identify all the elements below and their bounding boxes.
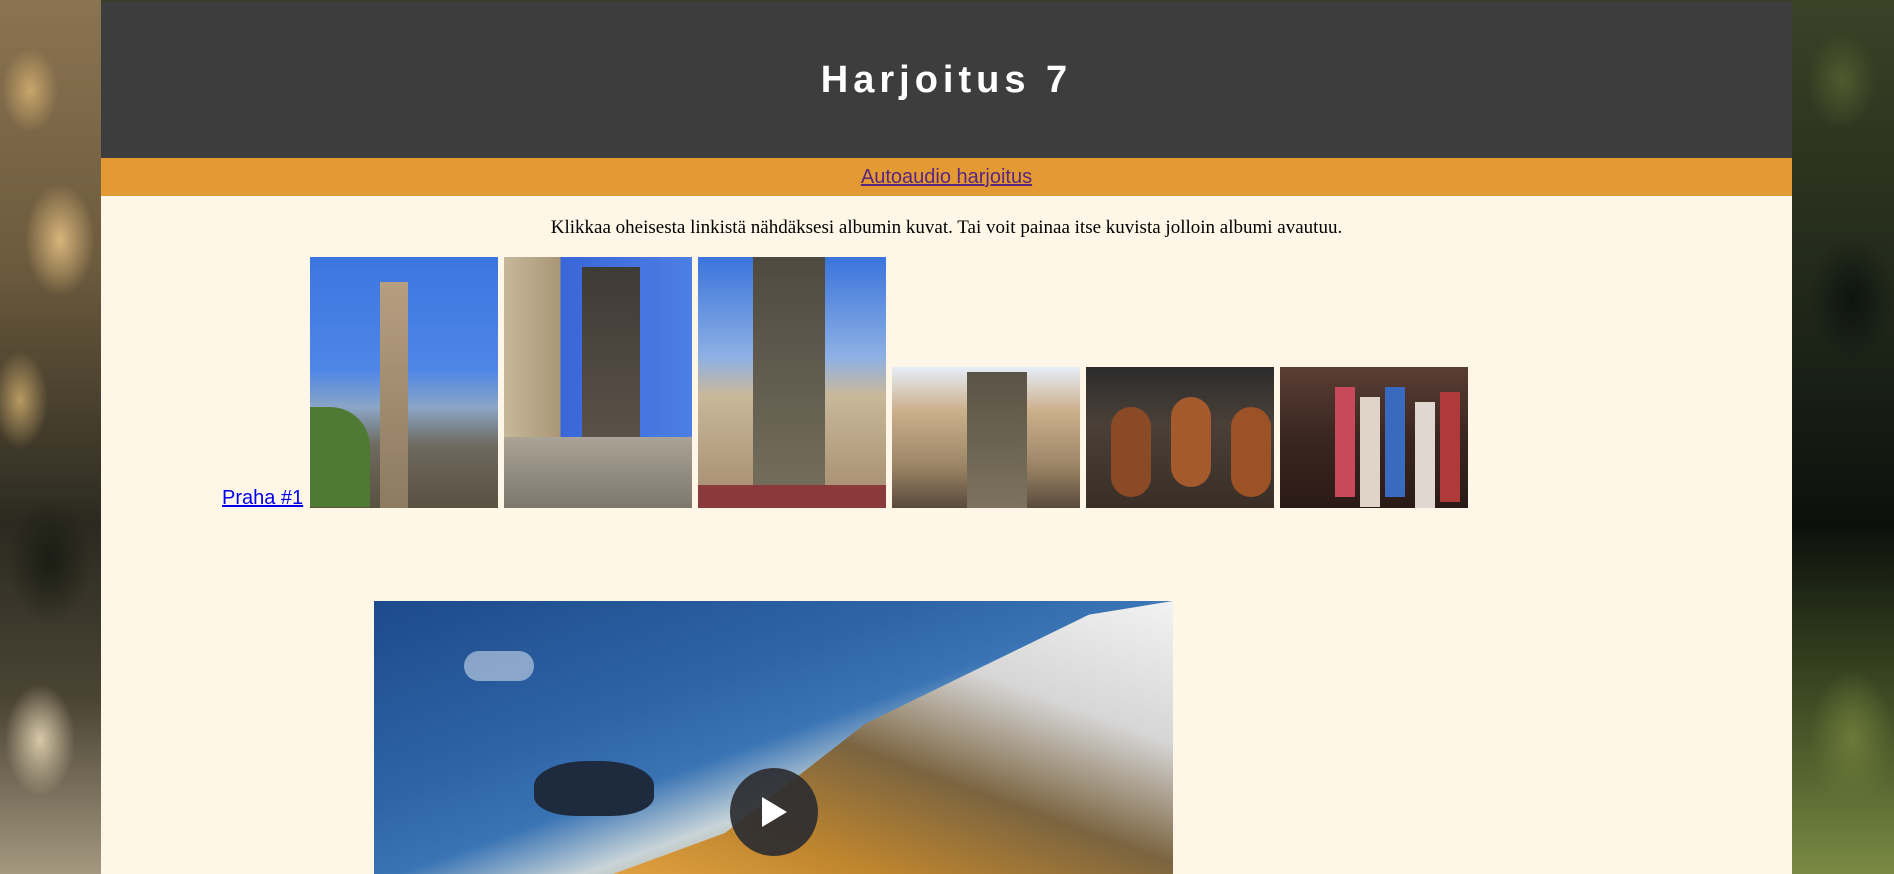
page-title: Harjoitus 7 (820, 58, 1073, 101)
album-thumbnail-puppets[interactable] (1280, 367, 1469, 508)
background-scenery-left (0, 0, 101, 874)
intro-text: Klikkaa oheisesta linkistä nähdäksesi al… (550, 217, 1343, 238)
album-thumbnail-roast[interactable] (1086, 367, 1275, 508)
nav-bar: Autoaudio harjoitus (101, 158, 1792, 196)
album-thumbnail-statue[interactable] (310, 257, 499, 508)
autoaudio-link[interactable]: Autoaudio harjoitus (861, 166, 1032, 189)
album-thumbnail-clock-tower[interactable] (698, 257, 887, 508)
video-cloud (464, 651, 534, 681)
album-thumbnail-bridge-tower[interactable] (504, 257, 693, 508)
album-row: Praha #1 (222, 257, 1469, 508)
album-thumbnail-astronomical-clock[interactable] (892, 367, 1081, 508)
page-header: Harjoitus 7 (101, 2, 1792, 158)
background-scenery-right (1792, 0, 1894, 874)
video-helicopter (534, 761, 654, 816)
video-mountain (613, 601, 1173, 874)
album-link-praha[interactable]: Praha #1 (222, 488, 303, 508)
video-player[interactable] (374, 601, 1173, 874)
play-button[interactable] (730, 768, 818, 856)
play-icon (762, 797, 787, 827)
